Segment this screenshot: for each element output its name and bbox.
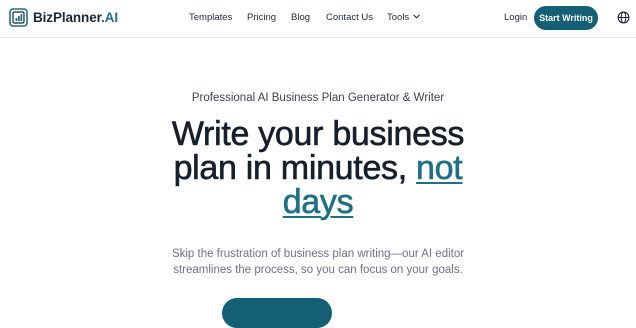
top-navbar: BizPlanner.AI Templates Pricing Blog Con…	[0, 0, 636, 38]
headline-line-1: Write your business	[171, 115, 465, 153]
brand-name-suffix: .AI	[101, 10, 118, 25]
headline-accent-days: days	[282, 183, 354, 221]
headline-line-2: plan in minutes,	[173, 149, 417, 187]
logo-mark-icon	[9, 8, 28, 27]
login-link[interactable]: Login	[504, 12, 527, 24]
brand-name: BizPlanner.AI	[33, 10, 118, 25]
nav-link-templates[interactable]: Templates	[189, 12, 232, 24]
nav-link-tools-label: Tools	[387, 12, 410, 23]
hero-subtitle: Professional AI Business Plan Generator …	[191, 92, 445, 104]
start-writing-button[interactable]: Start Writing	[534, 6, 598, 30]
nav-link-pricing[interactable]: Pricing	[247, 12, 276, 24]
headline-accent-not: not	[416, 149, 463, 187]
brand-name-main: BizPlanner	[33, 10, 102, 25]
chevron-down-icon	[413, 14, 420, 19]
hero-description: Skip the frustration of business plan wr…	[171, 248, 465, 276]
nav-link-contact-us[interactable]: Contact Us	[326, 12, 373, 24]
hero-headline: Write your business plan in minutes, not…	[118, 115, 518, 221]
globe-icon[interactable]	[617, 11, 630, 24]
nav-link-blog[interactable]: Blog	[291, 12, 310, 24]
nav-tools-dropdown[interactable]: Tools	[387, 12, 421, 24]
hero-cta-button[interactable]	[222, 298, 332, 328]
brand-logo-link[interactable]: BizPlanner.AI	[9, 8, 118, 27]
